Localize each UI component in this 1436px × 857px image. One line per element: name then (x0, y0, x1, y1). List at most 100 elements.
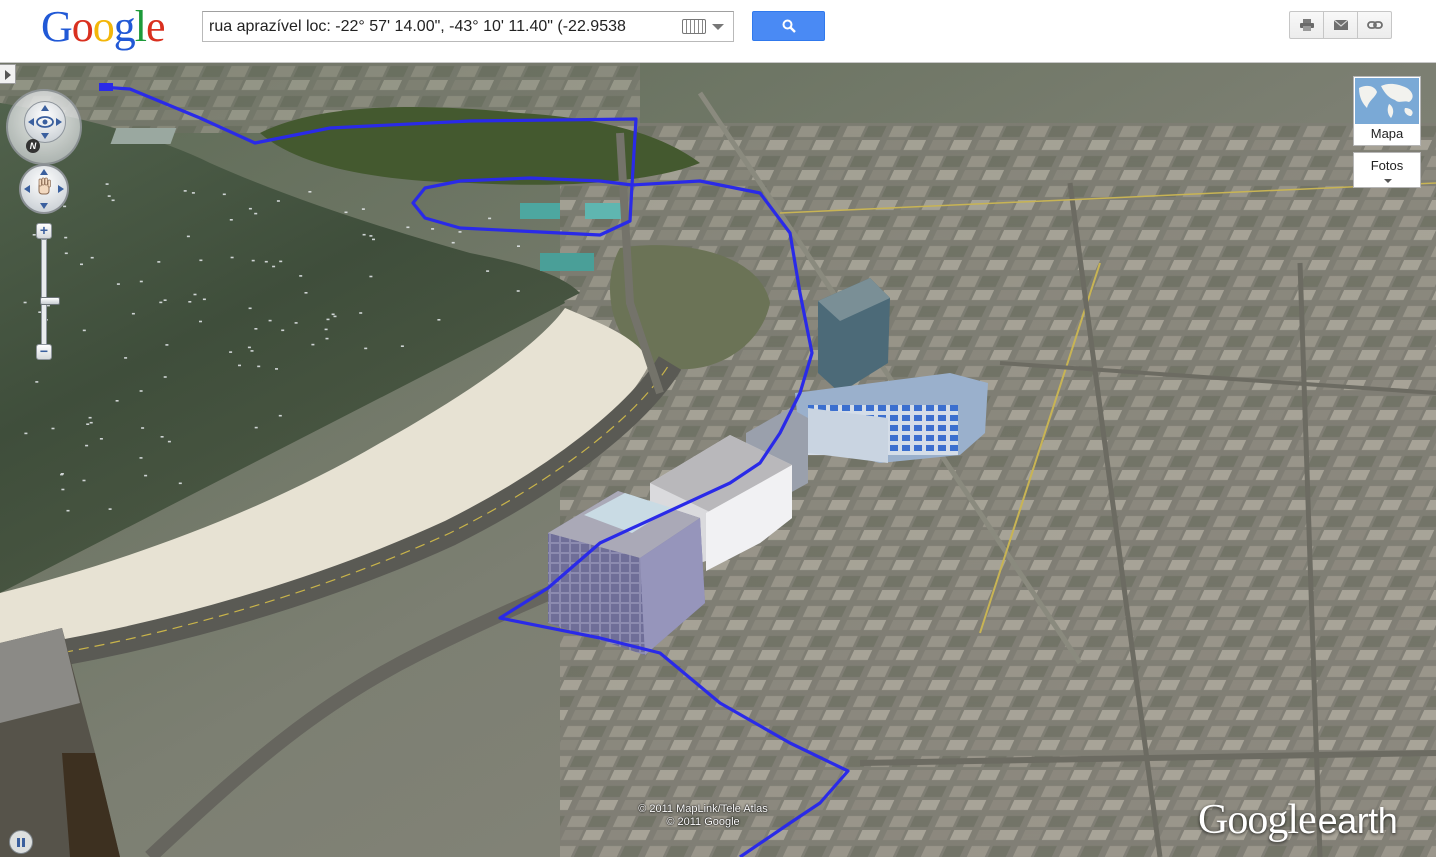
boat (238, 364, 241, 367)
boat (115, 400, 119, 402)
boat (359, 312, 363, 314)
search-button[interactable] (752, 11, 825, 41)
boat (372, 238, 375, 241)
boat (139, 457, 143, 459)
boat (163, 376, 167, 378)
boat (281, 329, 285, 332)
boat (163, 299, 167, 301)
google-logo[interactable]: Google (41, 2, 166, 51)
look-control-ring[interactable] (6, 89, 82, 165)
print-icon (1299, 19, 1314, 31)
pause-button[interactable] (9, 830, 33, 854)
boat (308, 191, 312, 193)
boat (331, 313, 335, 316)
boat (188, 301, 192, 303)
boat (64, 252, 68, 255)
boat (325, 337, 329, 340)
boat (61, 488, 65, 491)
map-type-button[interactable]: Mapa (1353, 76, 1421, 146)
boat (400, 345, 404, 347)
boat (108, 508, 112, 510)
search-input[interactable] (203, 12, 677, 41)
boat (229, 219, 233, 221)
boat (369, 275, 373, 278)
boat (24, 432, 28, 435)
boat (202, 298, 206, 301)
boat (299, 275, 303, 277)
photos-dropdown[interactable]: Fotos (1353, 152, 1421, 188)
boat (304, 292, 308, 294)
boat (116, 283, 120, 285)
boat (279, 260, 283, 263)
boat (247, 346, 251, 349)
boat (88, 416, 92, 419)
boat (326, 318, 330, 321)
zoom-in-button[interactable]: + (36, 223, 52, 239)
compass-north-icon[interactable]: N (26, 139, 40, 153)
boat (111, 199, 115, 202)
boat (193, 293, 197, 296)
google-logo-letter: l (134, 2, 147, 51)
boat (311, 343, 315, 346)
boat (159, 301, 163, 304)
boat (437, 319, 441, 321)
boat (139, 390, 143, 392)
boat (86, 423, 90, 425)
boat (458, 231, 462, 233)
share-tools (1289, 11, 1393, 39)
boat (89, 421, 93, 424)
zoom-slider[interactable]: + − (36, 223, 60, 361)
boat (254, 328, 258, 330)
boat (333, 315, 337, 318)
chevron-down-icon (1384, 179, 1392, 183)
earth-3d-view[interactable]: N + − Mapa Fotos © 2011 MapLink/Tele Atl… (0, 63, 1436, 857)
boat (85, 444, 89, 447)
sidebar-toggle[interactable] (0, 64, 16, 84)
chevron-down-icon[interactable] (712, 24, 724, 30)
google-logo-letter: o (92, 2, 115, 51)
boat (66, 509, 70, 512)
zoom-thumb[interactable] (40, 297, 60, 305)
boat (250, 350, 254, 352)
boat (230, 256, 234, 259)
boat (486, 270, 490, 272)
boat (51, 427, 55, 430)
zoom-out-button[interactable]: − (36, 344, 52, 360)
keyboard-icon[interactable] (682, 19, 706, 34)
boat (144, 474, 148, 477)
boat (131, 312, 135, 315)
zoom-rail[interactable] (40, 239, 60, 345)
google-earth-logo-earth: earth (1317, 800, 1398, 841)
email-button[interactable] (1323, 11, 1358, 39)
magnifier-icon (782, 19, 796, 33)
boat (229, 351, 233, 353)
email-icon (1333, 20, 1348, 30)
print-button[interactable] (1289, 11, 1324, 39)
boat (268, 319, 272, 322)
boat (362, 233, 366, 236)
eye-icon[interactable] (24, 101, 66, 143)
pan-control[interactable] (19, 164, 69, 214)
boat (99, 438, 103, 440)
boat (517, 245, 520, 247)
boat (516, 290, 520, 292)
boat (294, 322, 298, 324)
boat (107, 195, 111, 197)
search-box (202, 11, 734, 42)
boat (157, 261, 161, 263)
hand-icon (24, 169, 64, 209)
boat (60, 473, 64, 476)
boat (248, 307, 252, 310)
link-button[interactable] (1357, 11, 1392, 39)
boat (364, 347, 368, 350)
boat (199, 259, 203, 262)
boat (251, 259, 255, 262)
boat (276, 200, 280, 202)
satellite-scene[interactable] (0, 63, 1436, 857)
boat (90, 256, 94, 259)
boat (451, 241, 455, 244)
boat (278, 414, 282, 417)
boat (248, 207, 252, 210)
boat (82, 329, 86, 332)
boat (82, 479, 86, 482)
